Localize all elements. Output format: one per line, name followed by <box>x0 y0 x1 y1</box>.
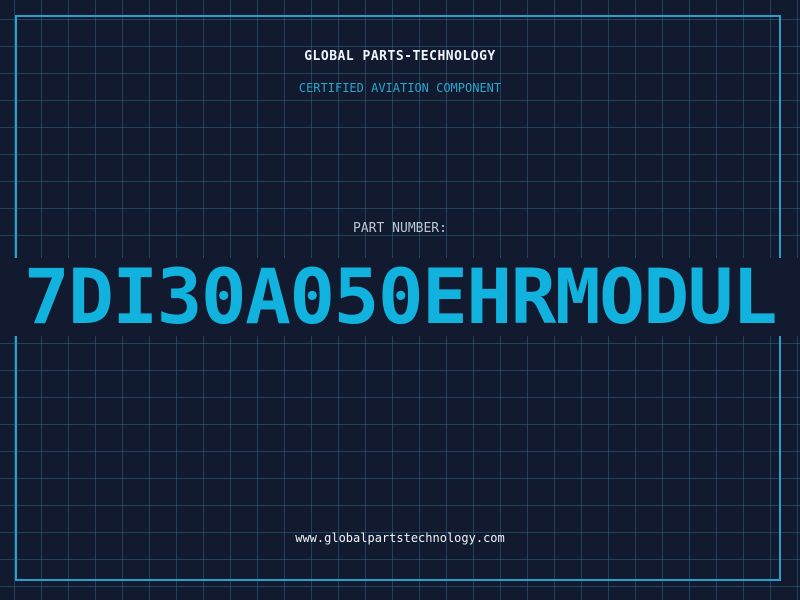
website-url: www.globalpartstechnology.com <box>295 531 505 545</box>
part-card: GLOBAL PARTS-TECHNOLOGY CERTIFIED AVIATI… <box>0 0 800 600</box>
part-number-label: PART NUMBER: <box>353 221 447 236</box>
part-number-value: 7DI30A050EHRMODUL <box>23 252 778 341</box>
brand-title: GLOBAL PARTS-TECHNOLOGY <box>304 49 496 64</box>
brand-subtitle: CERTIFIED AVIATION COMPONENT <box>298 81 502 95</box>
